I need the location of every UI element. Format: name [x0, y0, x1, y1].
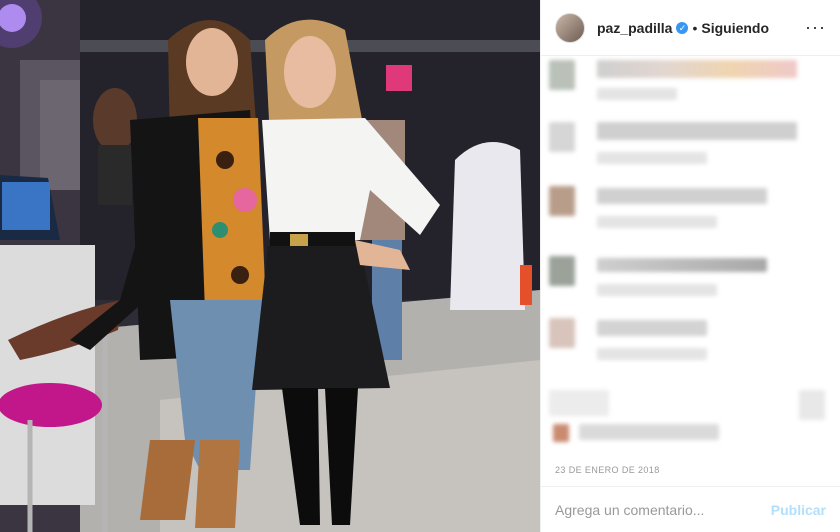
user-avatar[interactable] — [555, 12, 585, 43]
comment-item — [549, 256, 819, 296]
comment-avatar — [553, 424, 569, 442]
comment-item — [549, 390, 825, 442]
comment-text — [597, 320, 707, 336]
comment-text — [597, 60, 797, 78]
comment-avatar — [549, 186, 575, 216]
verified-badge-icon: ✓ — [676, 21, 689, 34]
post-header: paz_padilla ✓ • Siguiendo ··· — [541, 0, 840, 56]
comment-avatar — [549, 256, 575, 286]
comment-avatar — [549, 318, 575, 348]
comment-meta — [597, 88, 677, 100]
post-photo[interactable] — [0, 0, 540, 532]
comment-item — [549, 122, 819, 164]
comment-avatar — [549, 390, 609, 416]
comment-meta — [597, 348, 707, 360]
add-comment-bar: Agrega un comentario... Publicar — [541, 486, 840, 532]
comment-text — [597, 188, 767, 204]
comment-avatar — [549, 60, 575, 90]
comments-list[interactable] — [541, 56, 840, 468]
photo-illustration — [0, 0, 540, 532]
comment-text — [579, 424, 719, 440]
following-button[interactable]: Siguiendo — [701, 20, 769, 36]
comment-extra — [799, 390, 825, 420]
comment-item — [549, 60, 819, 100]
comment-meta — [597, 284, 717, 296]
publish-button[interactable]: Publicar — [771, 502, 826, 518]
separator-dot: • — [692, 19, 698, 36]
comment-avatar — [549, 122, 575, 152]
comment-text — [597, 258, 767, 272]
comment-meta — [597, 152, 707, 164]
comment-meta — [597, 216, 717, 228]
comment-item — [549, 318, 819, 360]
more-options-icon[interactable]: ··· — [805, 17, 826, 38]
comment-text — [597, 122, 797, 140]
comment-item — [549, 186, 819, 228]
username-link[interactable]: paz_padilla — [597, 20, 672, 36]
post-date: 23 DE ENERO DE 2018 — [555, 465, 660, 475]
comment-input[interactable]: Agrega un comentario... — [555, 502, 771, 518]
post-sidebar: paz_padilla ✓ • Siguiendo ··· 23 DE ENER… — [540, 0, 840, 532]
